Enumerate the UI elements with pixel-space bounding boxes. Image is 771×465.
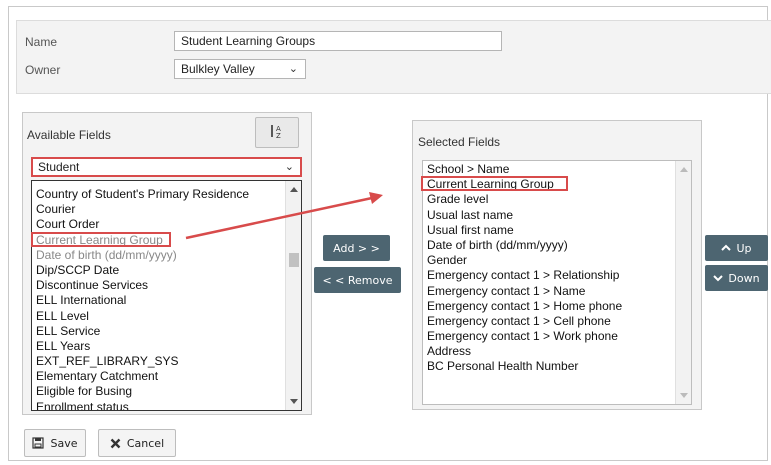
list-item[interactable]: Emergency contact 1 > Work phone	[424, 329, 622, 344]
list-item[interactable]: Emergency contact 1 > Name	[424, 284, 622, 299]
list-item[interactable]: Dip/SCCP Date	[33, 263, 249, 278]
cancel-label: Cancel	[126, 436, 165, 450]
svg-text:Z: Z	[276, 132, 281, 140]
list-item[interactable]: Court Order	[33, 217, 249, 232]
remove-button[interactable]: < < Remove	[314, 267, 401, 293]
list-item[interactable]: Courier	[33, 202, 249, 217]
list-item[interactable]: EXT_REF_LIBRARY_SYS	[33, 354, 249, 369]
list-item[interactable]: Emergency contact 1 > Home phone	[424, 299, 622, 314]
highlight-annotation-available	[31, 232, 171, 247]
cancel-button[interactable]: Cancel	[98, 429, 176, 457]
available-list-scrollbar[interactable]	[285, 181, 301, 410]
sort-button[interactable]: A Z	[255, 117, 299, 148]
name-input[interactable]: Student Learning Groups	[174, 31, 502, 51]
move-up-label: Up	[736, 241, 752, 255]
sort-az-icon: A Z	[268, 122, 286, 143]
list-item[interactable]: Address	[424, 344, 622, 359]
chevron-up-icon	[721, 244, 732, 252]
scroll-down-arrow-icon[interactable]	[680, 393, 688, 398]
scroll-down-arrow-icon[interactable]	[290, 399, 298, 404]
list-item[interactable]: Emergency contact 1 > Cell phone	[424, 314, 622, 329]
move-down-button[interactable]: Down	[705, 265, 768, 291]
list-item[interactable]: BC Personal Health Number	[424, 359, 622, 374]
list-item[interactable]: ELL Service	[33, 324, 249, 339]
list-item[interactable]: Emergency contact 1 > Relationship	[424, 268, 622, 283]
owner-label: Owner	[25, 63, 61, 77]
highlight-annotation-selected	[421, 176, 568, 191]
move-up-button[interactable]: Up	[705, 235, 768, 261]
list-item[interactable]: Grade level	[424, 192, 622, 207]
selected-fields-list[interactable]: School > Name Current Learning Group Gra…	[422, 160, 692, 405]
list-item[interactable]: ELL Years	[33, 339, 249, 354]
list-item[interactable]: Usual first name	[424, 223, 622, 238]
scroll-thumb[interactable]	[289, 253, 299, 267]
add-button[interactable]: Add > >	[323, 235, 390, 261]
list-item[interactable]: ELL International	[33, 293, 249, 308]
list-item[interactable]: Enrollment status	[33, 400, 249, 410]
list-item[interactable]: Discontinue Services	[33, 278, 249, 293]
save-icon	[32, 437, 45, 449]
list-item[interactable]: ELL Level	[33, 309, 249, 324]
list-item[interactable]: Usual last name	[424, 208, 622, 223]
list-item[interactable]: Eligible for Busing	[33, 384, 249, 399]
scroll-up-arrow-icon[interactable]	[290, 187, 298, 192]
chevron-down-icon: ⌄	[284, 161, 294, 173]
scroll-up-arrow-icon[interactable]	[680, 167, 688, 172]
available-fields-list[interactable]: Country of Student's Primary Residence C…	[31, 180, 302, 411]
owner-select[interactable]: Bulkley Valley ⌄	[174, 59, 306, 79]
list-item[interactable]: School > Name	[424, 162, 622, 177]
save-label: Save	[50, 436, 78, 450]
name-label: Name	[25, 35, 58, 49]
table-select-value: Student	[38, 160, 80, 174]
available-fields-title: Available Fields	[27, 128, 111, 142]
selected-fields-title: Selected Fields	[418, 135, 501, 149]
cancel-x-icon	[110, 438, 121, 449]
list-item[interactable]: Elementary Catchment	[33, 369, 249, 384]
chevron-down-icon: ⌄	[288, 63, 298, 75]
list-item[interactable]: Date of birth (dd/mm/yyyy)	[424, 238, 622, 253]
move-down-label: Down	[728, 271, 760, 285]
save-button[interactable]: Save	[24, 429, 86, 457]
list-item[interactable]: Gender	[424, 253, 622, 268]
list-item[interactable]: Date of birth (dd/mm/yyyy)	[33, 248, 249, 263]
owner-select-value: Bulkley Valley	[181, 62, 255, 76]
list-item[interactable]: Country of Student's Primary Residence	[33, 187, 249, 202]
table-select[interactable]: Student ⌄	[31, 157, 302, 177]
selected-list-scrollbar[interactable]	[675, 161, 691, 404]
chevron-down-icon	[713, 274, 724, 282]
